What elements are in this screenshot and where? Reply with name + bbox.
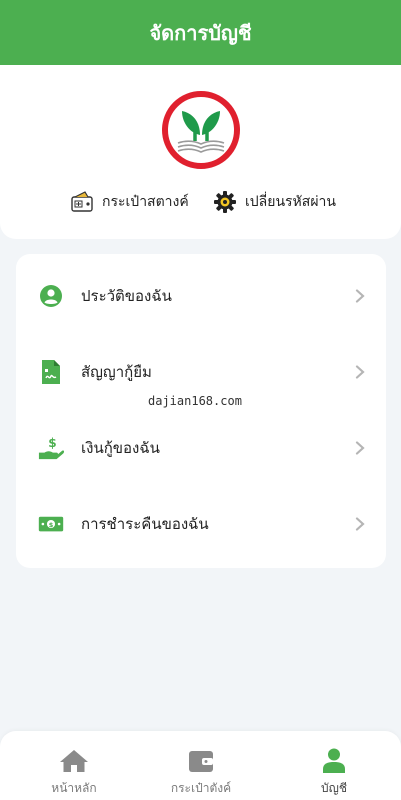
kbank-logo (162, 91, 240, 169)
contract-file-icon (38, 359, 64, 385)
menu-item-loan-contract[interactable]: สัญญากู้ยืม (16, 342, 386, 402)
account-menu: ประวัติของฉัน สัญญากู้ยืม $ เงินกู้ของฉั… (16, 254, 386, 568)
menu-item-label: สัญญากู้ยืม (81, 363, 152, 381)
change-password-shortcut[interactable]: เปลี่ยนรหัสผ่าน (213, 190, 336, 214)
menu-item-label: การชำระคืนของฉัน (81, 515, 209, 533)
menu-item-label: ประวัติของฉัน (81, 287, 172, 305)
wallet-icon (71, 191, 93, 212)
bottom-nav: หน้าหลัก กระเป๋าตังค์ บัญชี (0, 731, 401, 800)
watermark-text: dajian168.com (148, 394, 242, 408)
svg-text:$: $ (48, 436, 56, 450)
wallet-shortcut-label: กระเป๋าสตางค์ (102, 194, 189, 210)
user-icon (322, 747, 346, 773)
wallet-icon (188, 747, 214, 773)
home-icon (59, 747, 89, 773)
chevron-right-icon (355, 365, 365, 379)
chevron-right-icon (355, 517, 365, 531)
nav-wallet-label: กระเป๋าตังค์ (170, 781, 232, 795)
nav-home[interactable]: หน้าหลัก (19, 731, 129, 800)
page-title: จัดการบัญชี (149, 20, 252, 45)
wallet-shortcut[interactable]: กระเป๋าสตางค์ (70, 190, 189, 214)
menu-item-my-profile[interactable]: ประวัติของฉัน (16, 266, 386, 326)
hand-money-icon: $ (38, 435, 64, 461)
menu-item-my-loans[interactable]: $ เงินกู้ของฉัน (16, 418, 386, 478)
gear-icon (214, 191, 236, 213)
nav-account-label: บัญชี (321, 781, 347, 795)
chevron-right-icon (355, 441, 365, 455)
menu-item-label: เงินกู้ของฉัน (81, 439, 160, 457)
change-password-label: เปลี่ยนรหัสผ่าน (245, 194, 336, 210)
svg-text:$: $ (49, 521, 54, 529)
profile-card: กระเป๋าสตางค์ เปลี่ยนรหัสผ่าน (0, 65, 401, 239)
user-circle-icon (38, 283, 64, 309)
menu-item-my-repayments[interactable]: $ การชำระคืนของฉัน (16, 494, 386, 554)
nav-wallet[interactable]: กระเป๋าตังค์ (146, 731, 256, 800)
chevron-right-icon (355, 289, 365, 303)
nav-home-label: หน้าหลัก (51, 781, 97, 795)
nav-account[interactable]: บัญชี (279, 731, 389, 800)
banknote-icon: $ (38, 511, 64, 537)
app-header: จัดการบัญชี (0, 0, 401, 65)
